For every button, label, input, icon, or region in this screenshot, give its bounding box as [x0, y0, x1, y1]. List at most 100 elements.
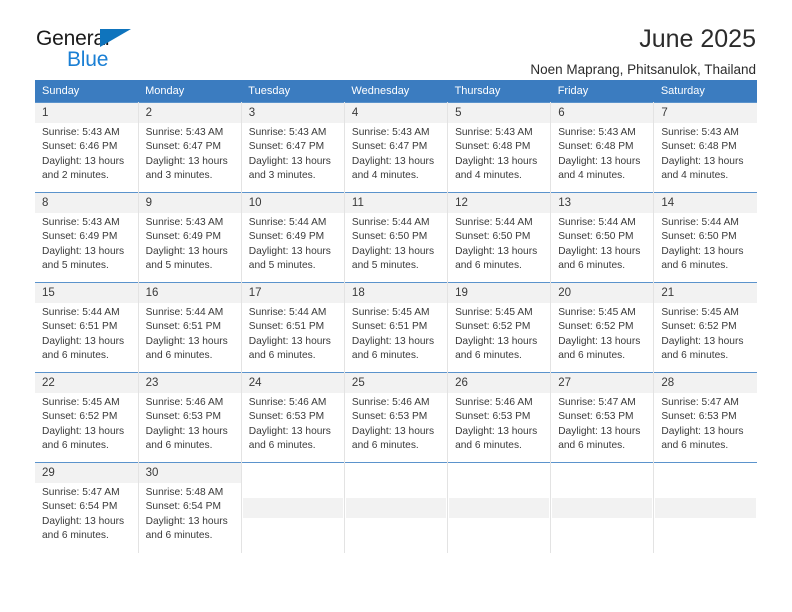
day-info: Sunrise: 5:43 AM Sunset: 6:48 PM Daylight:…: [654, 123, 757, 184]
daylight-duration-line2: and 6 minutes.: [42, 350, 109, 362]
sunrise-time: Sunrise: 5:44 AM: [42, 307, 120, 318]
calendar-day-cell[interactable]: 4 Sunrise: 5:43 AM Sunset: 6:47 PM Daylight…: [344, 102, 449, 193]
daylight-duration-line1: Daylight: 13 hours: [42, 155, 125, 167]
calendar-day-cell[interactable]: 28 Sunrise: 5:47 AM Sunset: 6:53 PM Dayligh…: [653, 372, 757, 463]
calendar-header-row-group: Sunday Monday Tuesday Wednesday Thursday…: [35, 80, 757, 103]
daylight-duration-line2: and 5 minutes.: [145, 260, 213, 272]
sunset-time: Sunset: 6:47 PM: [351, 141, 428, 153]
day-number: 26: [448, 373, 551, 393]
daylight-duration-line1: Daylight: 13 hours: [248, 335, 331, 347]
daylight-duration-line2: and 5 minutes.: [42, 260, 109, 272]
calendar-day-cell[interactable]: 9 Sunrise: 5:43 AM Sunset: 6:49 PM Daylight…: [138, 192, 242, 283]
daylight-duration-line2: and 6 minutes.: [455, 260, 522, 272]
calendar-day-cell[interactable]: 21 Sunrise: 5:45 AM Sunset: 6:52 PM Dayligh…: [653, 282, 757, 373]
calendar-day-cell[interactable]: 10 Sunrise: 5:44 AM Sunset: 6:49 PM Dayligh…: [241, 192, 345, 283]
day-number: 19: [448, 283, 551, 303]
calendar-day-cell[interactable]: 2 Sunrise: 5:43 AM Sunset: 6:47 PM Daylight…: [138, 102, 242, 193]
calendar-day-cell[interactable]: 27 Sunrise: 5:47 AM Sunset: 6:53 PM Dayligh…: [550, 372, 655, 463]
general-blue-logo[interactable]: General Blue: [36, 26, 148, 74]
sunset-time: Sunset: 6:47 PM: [145, 141, 221, 153]
sunset-time: Sunset: 6:53 PM: [558, 411, 634, 423]
day-info: Sunrise: 5:45 AM Sunset: 6:52 PM Daylight:…: [448, 303, 550, 364]
day-number-strip-empty: [552, 497, 653, 518]
daylight-duration-line2: and 6 minutes.: [351, 440, 419, 452]
daylight-duration-line1: Daylight: 13 hours: [558, 425, 641, 437]
daylight-duration-line2: and 6 minutes.: [661, 350, 729, 362]
day-info: Sunrise: 5:43 AM Sunset: 6:48 PM Daylight:…: [448, 123, 550, 184]
calendar-day-cell[interactable]: 1 Sunrise: 5:43 AM Sunset: 6:46 PM Daylight…: [35, 102, 139, 193]
day-info: Sunrise: 5:44 AM Sunset: 6:50 PM Daylight:…: [448, 213, 550, 274]
sunrise-time: Sunrise: 5:47 AM: [42, 487, 120, 498]
sunset-time: Sunset: 6:48 PM: [661, 141, 737, 153]
calendar-day-cell[interactable]: 16 Sunrise: 5:44 AM Sunset: 6:51 PM Dayligh…: [138, 282, 242, 373]
daylight-duration-line1: Daylight: 13 hours: [455, 155, 538, 167]
daylight-duration-line2: and 6 minutes.: [351, 350, 419, 362]
sunset-time: Sunset: 6:54 PM: [42, 501, 118, 513]
daylight-duration-line1: Daylight: 13 hours: [248, 425, 331, 437]
sunset-time: Sunset: 6:49 PM: [248, 231, 325, 243]
sunset-time: Sunset: 6:52 PM: [558, 321, 634, 333]
calendar-day-cell[interactable]: 25 Sunrise: 5:46 AM Sunset: 6:53 PM Dayligh…: [344, 372, 449, 463]
daylight-duration-line1: Daylight: 13 hours: [248, 245, 331, 257]
calendar-day-cell-empty: [447, 462, 552, 553]
calendar-day-cell[interactable]: 14 Sunrise: 5:44 AM Sunset: 6:50 PM Dayligh…: [653, 192, 757, 283]
calendar-day-cell[interactable]: 29 Sunrise: 5:47 AM Sunset: 6:54 PM Dayligh…: [35, 462, 139, 553]
daylight-duration-line2: and 6 minutes.: [42, 530, 109, 542]
sunset-time: Sunset: 6:48 PM: [558, 141, 634, 153]
calendar-day-cell[interactable]: 22 Sunrise: 5:45 AM Sunset: 6:52 PM Dayligh…: [35, 372, 139, 463]
daylight-duration-line2: and 6 minutes.: [42, 440, 109, 452]
calendar-day-cell[interactable]: 23 Sunrise: 5:46 AM Sunset: 6:53 PM Dayligh…: [138, 372, 242, 463]
calendar-day-cell[interactable]: 20 Sunrise: 5:45 AM Sunset: 6:52 PM Dayligh…: [550, 282, 655, 373]
calendar-day-cell[interactable]: 5 Sunrise: 5:43 AM Sunset: 6:48 PM Daylight…: [447, 102, 552, 193]
calendar-container: Sunday Monday Tuesday Wednesday Thursday…: [0, 80, 792, 553]
daylight-duration-line1: Daylight: 13 hours: [351, 335, 435, 347]
weekday-header-tuesday: Tuesday: [241, 80, 345, 103]
sunset-time: Sunset: 6:50 PM: [558, 231, 634, 243]
sunrise-time: Sunrise: 5:47 AM: [558, 397, 636, 408]
calendar-day-cell[interactable]: 19 Sunrise: 5:45 AM Sunset: 6:52 PM Dayligh…: [447, 282, 552, 373]
daylight-duration-line1: Daylight: 13 hours: [145, 245, 228, 257]
day-info: Sunrise: 5:44 AM Sunset: 6:50 PM Daylight:…: [345, 213, 447, 274]
sunrise-time: Sunrise: 5:46 AM: [248, 397, 327, 408]
sunrise-time: Sunrise: 5:44 AM: [661, 217, 739, 228]
calendar-day-cell[interactable]: 24 Sunrise: 5:46 AM Sunset: 6:53 PM Dayligh…: [241, 372, 345, 463]
calendar-day-cell[interactable]: 7 Sunrise: 5:43 AM Sunset: 6:48 PM Daylight…: [653, 102, 757, 193]
daylight-duration-line1: Daylight: 13 hours: [42, 245, 125, 257]
calendar-day-cell[interactable]: 8 Sunrise: 5:43 AM Sunset: 6:49 PM Daylight…: [35, 192, 139, 283]
daylight-duration-line2: and 6 minutes.: [248, 440, 316, 452]
daylight-duration-line1: Daylight: 13 hours: [558, 155, 641, 167]
calendar-day-cell[interactable]: 11 Sunrise: 5:44 AM Sunset: 6:50 PM Dayligh…: [344, 192, 449, 283]
calendar-day-cell[interactable]: 13 Sunrise: 5:44 AM Sunset: 6:50 PM Dayligh…: [550, 192, 655, 283]
calendar-day-cell[interactable]: 15 Sunrise: 5:44 AM Sunset: 6:51 PM Dayligh…: [35, 282, 139, 373]
day-info: Sunrise: 5:45 AM Sunset: 6:52 PM Daylight:…: [654, 303, 757, 364]
sunset-time: Sunset: 6:53 PM: [248, 411, 325, 423]
sunrise-time: Sunrise: 5:43 AM: [145, 127, 224, 138]
daylight-duration-line1: Daylight: 13 hours: [661, 245, 744, 257]
day-number: 2: [138, 103, 241, 123]
daylight-duration-line1: Daylight: 13 hours: [351, 155, 435, 167]
sunset-time: Sunset: 6:49 PM: [145, 231, 221, 243]
calendar-day-cell[interactable]: 3 Sunrise: 5:43 AM Sunset: 6:47 PM Daylight…: [241, 102, 345, 193]
calendar-day-cell[interactable]: 17 Sunrise: 5:44 AM Sunset: 6:51 PM Dayligh…: [241, 282, 345, 373]
sunset-time: Sunset: 6:53 PM: [351, 411, 428, 423]
sunrise-time: Sunrise: 5:44 AM: [351, 217, 430, 228]
calendar-day-cell[interactable]: 12 Sunrise: 5:44 AM Sunset: 6:50 PM Dayligh…: [447, 192, 552, 283]
daylight-duration-line2: and 6 minutes.: [558, 440, 626, 452]
calendar-day-cell-empty: [550, 462, 655, 553]
calendar-day-cell[interactable]: 30 Sunrise: 5:48 AM Sunset: 6:54 PM Dayligh…: [138, 462, 242, 553]
weekday-header-row: Sunday Monday Tuesday Wednesday Thursday…: [35, 80, 757, 103]
daylight-duration-line1: Daylight: 13 hours: [145, 155, 228, 167]
sunset-time: Sunset: 6:49 PM: [42, 231, 118, 243]
calendar-day-cell[interactable]: 18 Sunrise: 5:45 AM Sunset: 6:51 PM Dayligh…: [344, 282, 449, 373]
day-number: 23: [138, 373, 241, 393]
daylight-duration-line2: and 6 minutes.: [455, 440, 522, 452]
day-number: 5: [448, 103, 551, 123]
calendar-day-cell[interactable]: 6 Sunrise: 5:43 AM Sunset: 6:48 PM Daylight…: [550, 102, 655, 193]
sunset-time: Sunset: 6:48 PM: [455, 141, 531, 153]
daylight-duration-line2: and 6 minutes.: [145, 440, 213, 452]
day-info: Sunrise: 5:45 AM Sunset: 6:52 PM Daylight:…: [551, 303, 653, 364]
calendar-day-cell[interactable]: 26 Sunrise: 5:46 AM Sunset: 6:53 PM Dayligh…: [447, 372, 552, 463]
sunrise-time: Sunrise: 5:43 AM: [42, 217, 120, 228]
daylight-duration-line2: and 5 minutes.: [248, 260, 316, 272]
day-number: 25: [344, 373, 448, 393]
